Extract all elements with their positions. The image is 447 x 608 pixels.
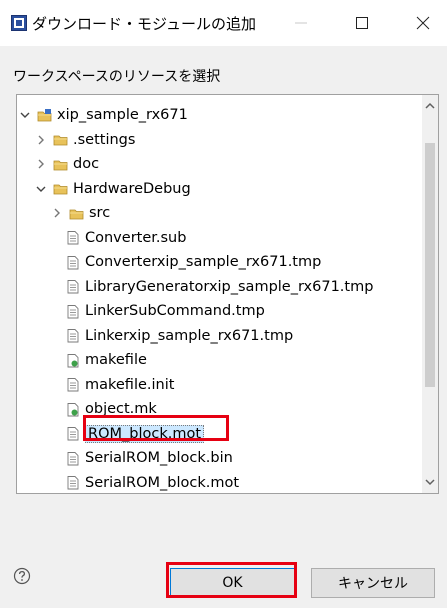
tree-item[interactable]: Converterxip_sample_rx671.tmp <box>65 250 321 274</box>
tree-item-label: SerialROM_block.mot <box>85 474 240 491</box>
makefile-icon <box>67 402 79 416</box>
minimize-icon[interactable] <box>290 12 312 34</box>
tree-item-label: .settings <box>73 131 136 148</box>
makefile-icon <box>67 353 79 367</box>
tree-item[interactable]: SerialROM_block.bin <box>65 446 233 470</box>
file-icon <box>67 451 79 465</box>
file-icon <box>67 255 79 269</box>
file-icon <box>67 280 79 294</box>
tree-item-label: object.mk <box>85 401 157 417</box>
tree-item-label: makefile <box>85 352 147 368</box>
tree-item-label: Converterxip_sample_rx671.tmp <box>85 254 322 270</box>
tree-item[interactable]: ROM_block.mot <box>65 422 205 446</box>
folder-icon <box>53 160 68 170</box>
tree-item[interactable]: object.mk <box>65 397 157 421</box>
file-icon <box>67 378 79 392</box>
tree-item-label: makefile.init <box>85 376 175 393</box>
chevron-down-icon[interactable] <box>35 183 47 195</box>
maximize-icon[interactable] <box>351 12 373 34</box>
chevron-down-icon[interactable] <box>19 109 31 121</box>
tree-item[interactable]: Linkerxip_sample_rx671.tmp <box>65 324 293 348</box>
scroll-up-icon[interactable] <box>424 101 436 111</box>
chevron-right-icon[interactable] <box>35 134 47 146</box>
file-icon <box>67 329 79 343</box>
instruction-label: ワークスペースのリソースを選択 <box>13 69 221 85</box>
close-icon[interactable] <box>412 12 434 34</box>
tree-item[interactable]: makefile.init <box>65 373 174 397</box>
folder-icon <box>69 209 84 219</box>
tree-item-label: HardwareDebug <box>73 180 191 197</box>
tree-item-label: doc <box>73 156 100 172</box>
tree-item[interactable]: doc <box>35 152 99 176</box>
tree-item[interactable]: LibraryGeneratorxip_sample_rx671.tmp <box>65 275 373 299</box>
scrollbar-thumb[interactable] <box>425 143 435 387</box>
cancel-button[interactable]: キャンセル <box>311 568 435 598</box>
tree-item-label: xip_sample_rx671 <box>57 107 188 123</box>
chevron-right-icon[interactable] <box>51 207 63 219</box>
ok-button[interactable]: OK <box>170 568 295 598</box>
tree-item[interactable]: Converter.sub <box>65 226 186 250</box>
chevron-right-icon[interactable] <box>35 158 47 170</box>
tree-item-label: src <box>89 205 111 221</box>
tree-item[interactable]: HardwareDebug <box>35 177 191 201</box>
app-icon <box>11 15 27 31</box>
title-bar: ダウンロード・モジュールの追加 <box>0 0 447 46</box>
tree-item[interactable]: xip_sample_rx671 <box>19 103 188 127</box>
folder-icon <box>53 135 68 146</box>
tree-item-label: Converter.sub <box>85 229 187 246</box>
tree-item[interactable]: LinkerSubCommand.tmp <box>65 299 265 323</box>
tree-item-label: ROM_block.mot <box>85 424 205 443</box>
resource-tree[interactable]: xip_sample_rx671 .settings doc HardwareDebu… <box>16 94 439 494</box>
tree-item-label: LinkerSubCommand.tmp <box>85 303 265 319</box>
tree-item-label: LibraryGeneratorxip_sample_rx671.tmp <box>85 278 374 295</box>
vertical-scrollbar[interactable] <box>422 95 438 493</box>
project-folder-icon <box>37 108 52 121</box>
tree-item[interactable]: .settings <box>35 128 135 152</box>
tree-item[interactable]: SerialROM_block.mot <box>65 471 240 494</box>
scroll-down-icon[interactable] <box>424 477 436 487</box>
file-icon <box>67 304 79 318</box>
tree-item-label: SerialROM_block.bin <box>85 450 233 466</box>
tree-item-label: Linkerxip_sample_rx671.tmp <box>85 327 294 344</box>
tree-item[interactable]: makefile <box>65 348 147 372</box>
file-icon <box>67 476 79 490</box>
tree-item[interactable]: src <box>51 201 110 225</box>
help-icon[interactable] <box>13 567 31 585</box>
file-icon <box>67 231 79 245</box>
folder-icon <box>53 184 68 195</box>
window-title: ダウンロード・モジュールの追加 <box>32 15 256 33</box>
file-icon <box>67 427 79 441</box>
